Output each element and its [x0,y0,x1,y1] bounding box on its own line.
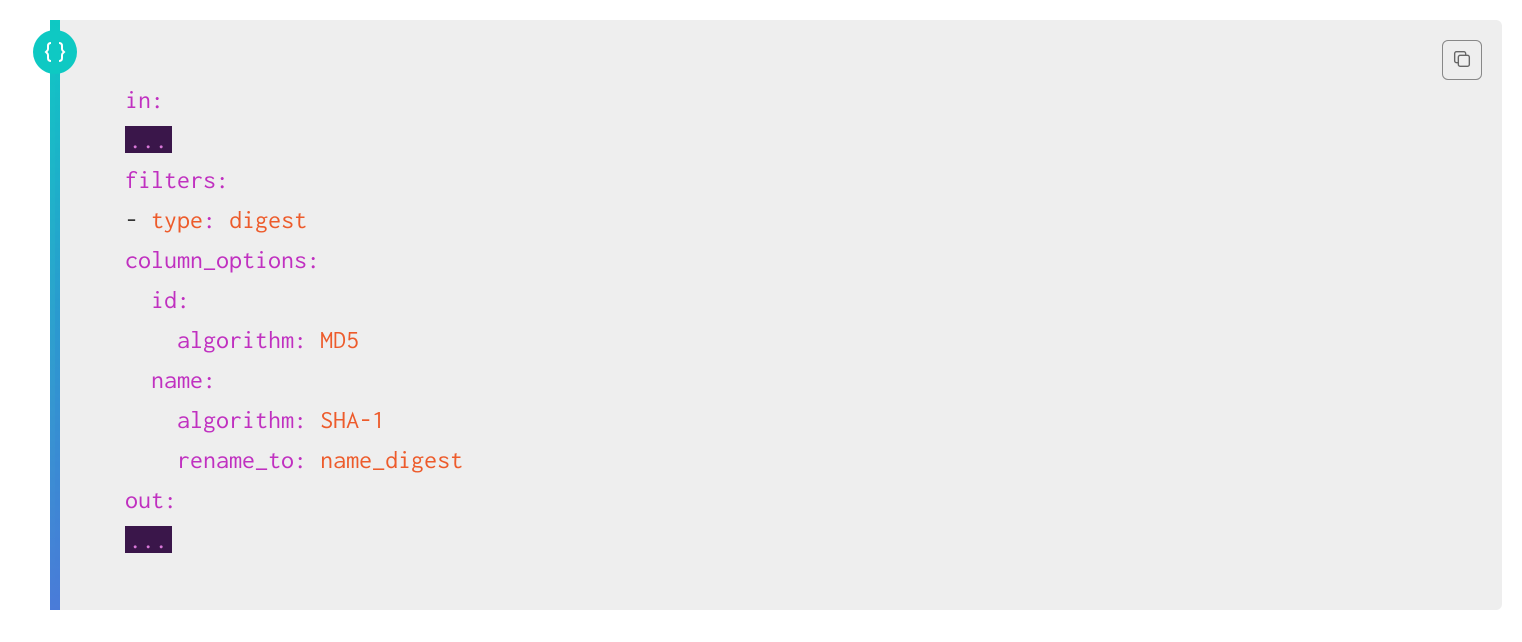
code-line: column_options: [125,240,1432,280]
code-line: algorithm: SHA-1 [125,400,1432,440]
code-token [307,406,320,433]
code-token: : [294,326,307,353]
code-token [307,446,320,473]
code-token: : [177,286,190,313]
code-token: : [203,366,216,393]
code-line: algorithm: MD5 [125,320,1432,360]
code-token: in [125,86,151,113]
code-token: : [164,486,177,513]
code-token: SHA-1 [320,406,385,433]
code-token: : [294,446,307,473]
code-token: : [203,206,216,233]
code-line: in: [125,80,1432,120]
code-token: ... [125,526,172,553]
code-token: : [216,166,229,193]
code-block: in:...filters:- type: digestcolumn_optio… [50,20,1502,610]
code-line: name: [125,360,1432,400]
copy-button[interactable] [1442,40,1482,80]
code-block-accent-border [55,20,60,610]
code-token: algorithm [177,326,294,353]
code-line: filters: [125,160,1432,200]
braces-icon [33,30,77,74]
code-token [307,326,320,353]
code-line: ... [125,120,1432,160]
code-line: ... [125,520,1432,560]
code-token: - [125,206,151,233]
code-token: filters [125,166,216,193]
code-token: : [307,246,320,273]
code-token: id [151,286,177,313]
code-token: out [125,486,164,513]
code-token: : [151,86,164,113]
code-token: digest [229,206,307,233]
code-token: column_options [125,246,307,273]
code-token: MD5 [320,326,359,353]
code-line: rename_to: name_digest [125,440,1432,480]
code-line: - type: digest [125,200,1432,240]
code-block-wrapper: in:...filters:- type: digestcolumn_optio… [50,20,1502,610]
copy-icon [1451,48,1473,73]
code-line: out: [125,480,1432,520]
code-line: id: [125,280,1432,320]
code-token: ... [125,126,172,153]
code-token: type [151,206,203,233]
code-content: in:...filters:- type: digestcolumn_optio… [125,80,1432,560]
code-token: : [294,406,307,433]
code-token: algorithm [177,406,294,433]
code-token: name_digest [320,446,463,473]
code-token: name [151,366,203,393]
code-token [216,206,229,233]
code-token: rename_to [177,446,294,473]
